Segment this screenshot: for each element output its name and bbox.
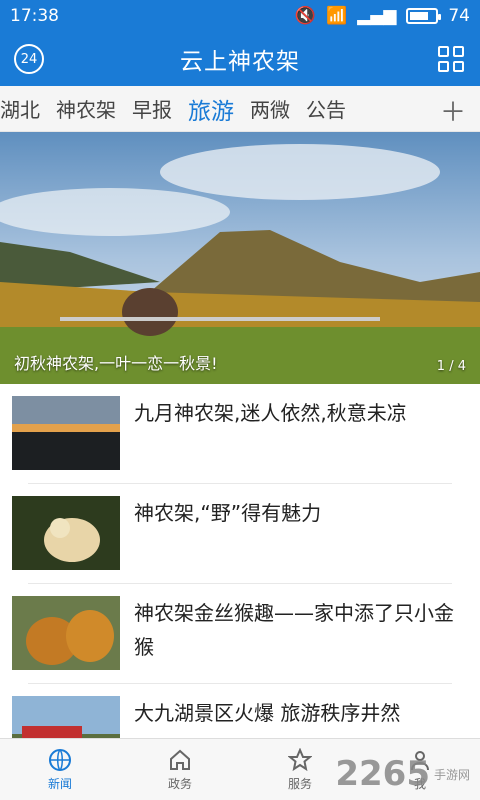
badge-button[interactable]: 24 [14, 44, 44, 74]
news-thumbnail [12, 396, 120, 470]
globe-icon [49, 748, 71, 771]
watermark: 2265 手游网 [335, 754, 470, 794]
banner-carousel[interactable]: 初秋神农架,一叶一恋一秋景! 1 / 4 [0, 132, 480, 384]
app-bar: 24 云上神农架 [0, 32, 480, 86]
category-tabs: 湖北 神农架 早报 旅游 两微 公告 ＋ [0, 86, 480, 132]
tab-announcement[interactable]: 公告 [298, 94, 354, 123]
nav-government-label: 政务 [167, 776, 192, 791]
news-thumbnail [12, 496, 120, 570]
news-title: 神农架金丝猴趣——家中添了只小金猴 [134, 601, 454, 659]
banner-image [0, 132, 480, 384]
nav-service-label: 服务 [287, 776, 312, 791]
news-item[interactable]: 九月神农架,迷人依然,秋意未凉 [0, 384, 480, 484]
news-item[interactable]: 神农架金丝猴趣——家中添了只小金猴 [0, 584, 480, 684]
news-list: 九月神农架,迷人依然,秋意未凉 神农架,“野”得有魅力 神农架金丝猴趣——家中添… [0, 384, 480, 784]
tab-morning-news[interactable]: 早报 [124, 94, 180, 123]
app-title: 云上神农架 [180, 49, 300, 75]
watermark-main: 2265 [335, 754, 430, 794]
nav-government[interactable]: 政务 [120, 739, 240, 800]
news-title: 神农架,“野”得有魅力 [134, 501, 322, 525]
grid-menu-icon[interactable] [438, 46, 464, 72]
tab-hubei[interactable]: 湖北 [0, 94, 48, 123]
news-title: 九月神农架,迷人依然,秋意未凉 [134, 401, 407, 425]
news-item[interactable]: 神农架,“野”得有魅力 [0, 484, 480, 584]
mute-icon: 🔇 [294, 6, 316, 26]
status-time: 17:38 [10, 6, 59, 26]
tab-shennongjia[interactable]: 神农架 [48, 94, 124, 123]
star-icon [288, 747, 312, 771]
add-tab-icon[interactable]: ＋ [440, 92, 466, 129]
battery-percent: 74 [448, 6, 470, 26]
status-bar: 17:38 🔇 📶 ▂▄▆ 74 [0, 0, 480, 32]
tab-travel[interactable]: 旅游 [180, 92, 242, 126]
news-title: 大九湖景区火爆 旅游秩序井然 [134, 701, 401, 725]
signal-icon: ▂▄▆ [357, 6, 397, 26]
nav-news[interactable]: 新闻 [0, 739, 120, 800]
home-icon [170, 749, 190, 770]
tab-weibo-weixin[interactable]: 两微 [242, 94, 298, 123]
watermark-sub: 手游网 [433, 767, 470, 782]
wifi-icon: 📶 [325, 6, 348, 26]
banner-pager: 1 / 4 [436, 359, 466, 374]
banner-caption: 初秋神农架,一叶一恋一秋景! [14, 354, 218, 373]
badge-count: 24 [20, 51, 38, 67]
nav-news-label: 新闻 [47, 776, 72, 791]
news-thumbnail [12, 596, 120, 670]
battery-icon [406, 8, 442, 24]
